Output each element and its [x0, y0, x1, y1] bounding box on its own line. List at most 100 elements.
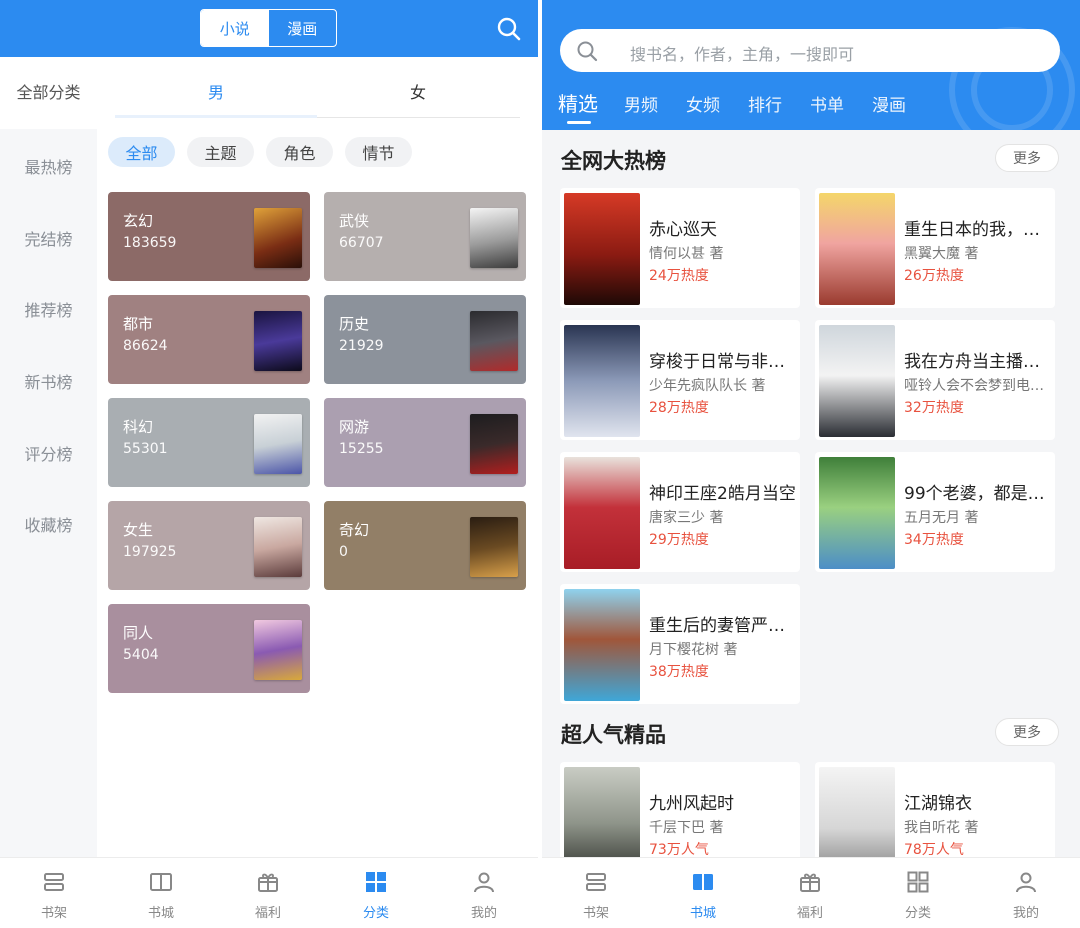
sidebar-item-all-categories[interactable]: 全部分类 [0, 57, 97, 129]
search-bar[interactable]: 搜书名，作者，主角，一搜即可 [560, 29, 1060, 72]
sidebar-item-rating[interactable]: 评分榜 [0, 441, 97, 465]
book-heat: 29万热度 [649, 532, 709, 548]
tab-category[interactable]: 分类 [322, 858, 430, 928]
bottom-tab-bar: 书架 书城 福利 分类 我的 [542, 857, 1080, 927]
chip-plot[interactable]: 情节 [345, 137, 412, 167]
tab-bookstore[interactable]: 书城 [649, 858, 757, 928]
search-icon [577, 41, 598, 62]
book-cover-image [564, 193, 640, 305]
category-name: 武侠 [339, 212, 370, 230]
tab-welfare[interactable]: 福利 [214, 858, 322, 928]
book-author: 唐家三少 著 [649, 510, 724, 526]
bottom-tab-bar: 书架 书城 福利 分类 我的 [0, 857, 538, 927]
book-title: 我在方舟当主播，… [904, 352, 1052, 372]
book-cover-image [254, 208, 302, 268]
tab-indicator [115, 115, 317, 118]
chip-role[interactable]: 角色 [266, 137, 333, 167]
tab-welfare[interactable]: 福利 [756, 858, 864, 928]
chip-all[interactable]: 全部 [108, 137, 175, 167]
book-heat: 26万热度 [904, 268, 964, 284]
category-count: 15255 [339, 441, 384, 457]
sidebar-item-hot[interactable]: 最热榜 [0, 154, 97, 178]
book-cover-image [254, 414, 302, 474]
more-button[interactable]: 更多 [995, 718, 1059, 746]
search-icon[interactable] [496, 16, 522, 42]
book-author: 五月无月 著 [904, 510, 979, 526]
category-card[interactable]: 网游 15255 [324, 398, 526, 487]
category-count: 55301 [123, 441, 168, 457]
grid-icon [907, 871, 929, 893]
book-card[interactable]: 神印王座2皓月当空 唐家三少 著 29万热度 [560, 452, 800, 572]
more-button[interactable]: 更多 [995, 144, 1059, 172]
tab-label: 书城 [147, 906, 174, 921]
tab-male-channel[interactable]: 男频 [624, 91, 658, 116]
category-card[interactable]: 历史 21929 [324, 295, 526, 384]
book-heat: 73万人气 [649, 842, 709, 858]
tab-bookshelf[interactable]: 书架 [542, 858, 650, 928]
category-name: 网游 [339, 418, 370, 436]
header: 搜书名，作者，主角，一搜即可 精选 男频 女频 排行 书单 漫画 [542, 0, 1080, 130]
book-author: 月下樱花树 著 [649, 642, 738, 658]
tab-label: 书架 [582, 906, 609, 921]
category-count: 183659 [123, 235, 177, 251]
category-screen: 小说 漫画 全部分类 最热榜 完结榜 推荐榜 新书榜 评分榜 收藏榜 男 女 全… [0, 0, 538, 927]
category-name: 女生 [123, 521, 154, 539]
tab-category[interactable]: 分类 [864, 858, 972, 928]
tab-ranking[interactable]: 排行 [748, 91, 782, 116]
sidebar-item-recommended[interactable]: 推荐榜 [0, 297, 97, 321]
tab-booklist[interactable]: 书单 [810, 91, 844, 116]
tab-bookstore[interactable]: 书城 [107, 858, 215, 928]
category-count: 0 [339, 544, 348, 560]
tab-comics[interactable]: 漫画 [872, 91, 906, 116]
bookshelf-icon [44, 873, 64, 891]
gift-icon [800, 873, 820, 892]
book-heat: 78万人气 [904, 842, 964, 858]
category-card[interactable]: 同人 5404 [108, 604, 310, 693]
tab-male[interactable]: 男 [208, 79, 224, 103]
tab-label: 福利 [254, 906, 281, 921]
book-cover-image [470, 414, 518, 474]
bookstore-screen: 搜书名，作者，主角，一搜即可 精选 男频 女频 排行 书单 漫画 全网大热榜 更… [542, 0, 1080, 927]
book-cover-image [564, 457, 640, 569]
chip-theme[interactable]: 主题 [187, 137, 254, 167]
segment-comic[interactable]: 漫画 [269, 10, 337, 46]
category-count: 5404 [123, 647, 159, 663]
tab-female-channel[interactable]: 女频 [686, 91, 720, 116]
user-icon [474, 872, 494, 893]
category-card[interactable]: 玄幻 183659 [108, 192, 310, 281]
book-cover-image [254, 311, 302, 371]
book-heat: 28万热度 [649, 400, 709, 416]
book-cover-image [254, 517, 302, 577]
category-card[interactable]: 科幻 55301 [108, 398, 310, 487]
tab-bookshelf[interactable]: 书架 [0, 858, 108, 928]
book-card[interactable]: 我在方舟当主播，… 哑铃人会不会梦到电… 32万热度 [815, 320, 1055, 440]
book-card[interactable]: 99个老婆，都是我… 五月无月 著 34万热度 [815, 452, 1055, 572]
book-title: 穿梭于日常与非日… [649, 352, 797, 372]
section-title: 全网大热榜 [561, 149, 666, 173]
book-card[interactable]: 重生日本的我，在… 黑翼大魔 著 26万热度 [815, 188, 1055, 308]
tab-mine[interactable]: 我的 [430, 858, 538, 928]
sidebar-item-finished[interactable]: 完结榜 [0, 226, 97, 250]
category-card[interactable]: 武侠 66707 [324, 192, 526, 281]
tab-female[interactable]: 女 [410, 79, 426, 103]
category-card[interactable]: 奇幻 0 [324, 501, 526, 590]
tab-label: 我的 [470, 906, 497, 921]
sidebar-item-new[interactable]: 新书榜 [0, 369, 97, 393]
book-card[interactable]: 重生后的妻管严生… 月下樱花树 著 38万热度 [560, 584, 800, 704]
tab-label: 分类 [362, 906, 389, 921]
book-author: 我自听花 著 [904, 820, 979, 836]
book-card[interactable]: 穿梭于日常与非日… 少年先疯队队长 著 28万热度 [560, 320, 800, 440]
category-count: 66707 [339, 235, 384, 251]
tab-label: 分类 [904, 906, 931, 921]
sidebar-item-favorites[interactable]: 收藏榜 [0, 512, 97, 536]
tab-mine[interactable]: 我的 [972, 858, 1080, 928]
gift-icon [258, 873, 278, 892]
category-name: 同人 [123, 624, 154, 642]
category-card[interactable]: 都市 86624 [108, 295, 310, 384]
category-card[interactable]: 女生 197925 [108, 501, 310, 590]
tab-featured[interactable]: 精选 [558, 88, 598, 117]
book-heat: 24万热度 [649, 268, 709, 284]
book-card[interactable]: 赤心巡天 情何以甚 著 24万热度 [560, 188, 800, 308]
segment-novel[interactable]: 小说 [201, 10, 269, 46]
tab-label: 我的 [1012, 906, 1039, 921]
